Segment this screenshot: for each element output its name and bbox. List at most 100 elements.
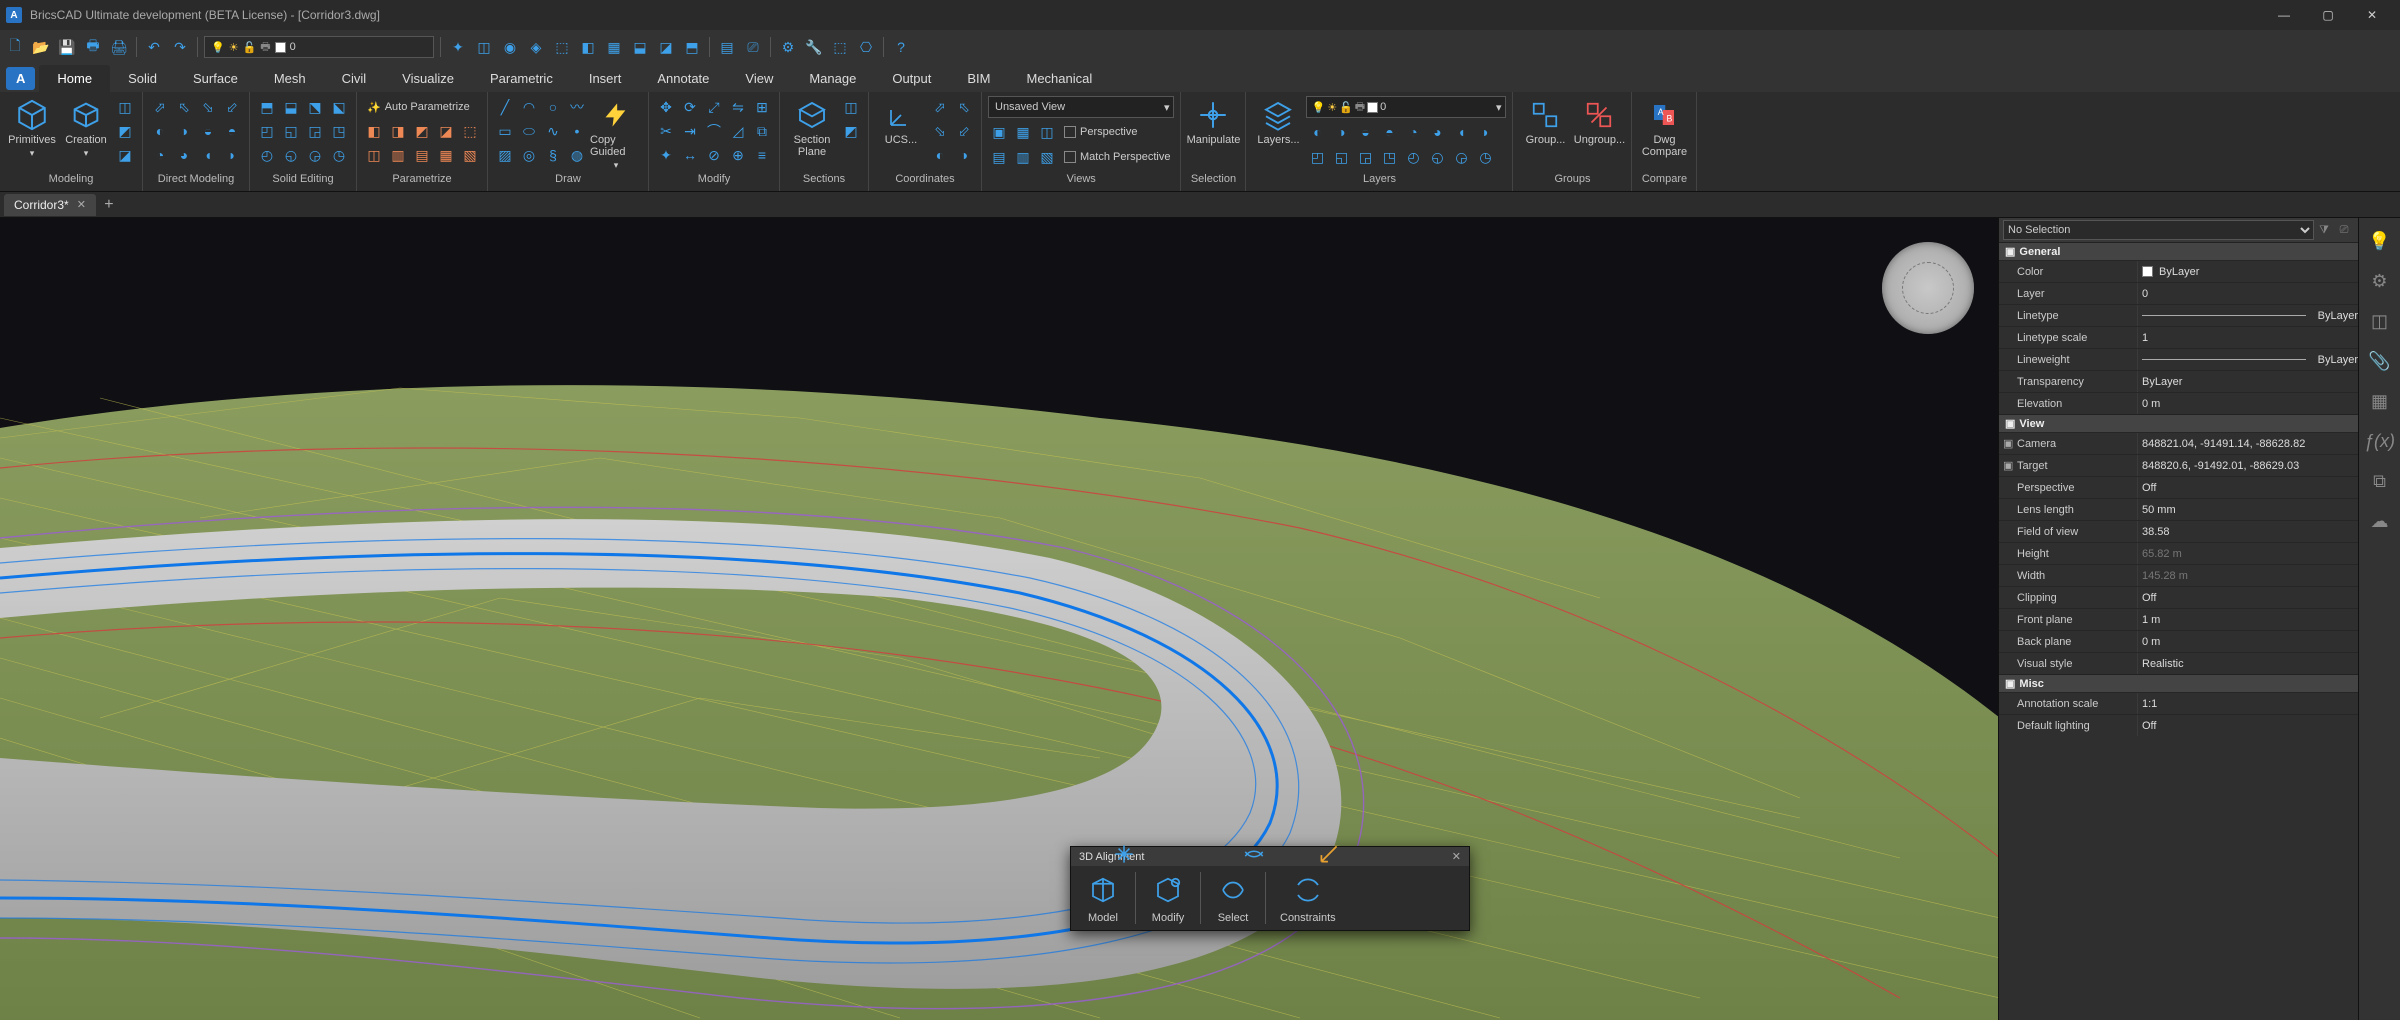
mod-move-icon[interactable]: ✥ xyxy=(655,96,677,118)
tab-surface[interactable]: Surface xyxy=(175,65,256,92)
selection-dropdown[interactable]: No Selection xyxy=(2003,220,2314,240)
settings-sliders-icon[interactable]: ⚙ xyxy=(2367,268,2393,294)
quick-layer-selector[interactable]: 💡 ☀ 🔓 🖶 0 xyxy=(204,36,434,58)
minimize-button[interactable]: — xyxy=(2262,0,2306,30)
tab-home[interactable]: Home xyxy=(39,65,110,92)
ly-tool-10[interactable]: ◱ xyxy=(1330,146,1352,168)
help-icon[interactable]: ? xyxy=(890,36,912,58)
tool-icon-11[interactable]: ▤ xyxy=(716,36,738,58)
tab-output[interactable]: Output xyxy=(874,65,949,92)
copy-guided-button[interactable]: Copy Guided▾ xyxy=(590,96,642,171)
coord-tool-5[interactable]: ◐ xyxy=(929,144,951,166)
tab-visualize[interactable]: Visualize xyxy=(384,65,472,92)
draw-hatch-icon[interactable]: ▨ xyxy=(494,144,516,166)
tool-icon-1[interactable]: ✦ xyxy=(447,36,469,58)
cloud-icon[interactable]: ☁ xyxy=(2367,508,2393,534)
mod-stretch-icon[interactable]: ↔ xyxy=(679,144,701,166)
tool-icon-2[interactable]: ◫ xyxy=(473,36,495,58)
section-general[interactable]: ▣ General xyxy=(1999,242,2358,260)
coord-tool-4[interactable]: ⬃ xyxy=(953,120,975,142)
tab-civil[interactable]: Civil xyxy=(324,65,385,92)
tool-icon-8[interactable]: ⬓ xyxy=(629,36,651,58)
floating-close-icon[interactable]: ✕ xyxy=(1452,850,1461,863)
mod-scale-icon[interactable]: ⤢ xyxy=(703,96,725,118)
dwg-compare-button[interactable]: AB Dwg Compare xyxy=(1638,96,1690,158)
draw-arc-icon[interactable]: ◠ xyxy=(518,96,540,118)
draw-donut-icon[interactable]: ◍ xyxy=(566,144,588,166)
pm-tool-6[interactable]: ◫ xyxy=(363,144,385,166)
pm-tool-10[interactable]: ▧ xyxy=(459,144,481,166)
paperclip-icon[interactable]: 📎 xyxy=(2367,348,2393,374)
view-cube[interactable] xyxy=(1882,242,1974,334)
draw-circle-icon[interactable]: ○ xyxy=(542,96,564,118)
section-misc[interactable]: ▣ Misc xyxy=(1999,674,2358,692)
mod-join-icon[interactable]: ⊕ xyxy=(727,144,749,166)
coord-tool-3[interactable]: ⬂ xyxy=(929,120,951,142)
ly-tool-1[interactable]: ◐ xyxy=(1306,121,1328,143)
se-tool-1[interactable]: ⬒ xyxy=(256,96,278,118)
model-tool-3[interactable]: ◪ xyxy=(114,144,136,166)
tool-icon-12[interactable]: ⎚ xyxy=(742,36,764,58)
se-tool-11[interactable]: ◶ xyxy=(304,144,326,166)
se-tool-7[interactable]: ◲ xyxy=(304,120,326,142)
tool-icon-5[interactable]: ⬚ xyxy=(551,36,573,58)
view-selector[interactable]: Unsaved View xyxy=(988,96,1174,118)
close-button[interactable]: ✕ xyxy=(2350,0,2394,30)
tab-mechanical[interactable]: Mechanical xyxy=(1008,65,1110,92)
coord-tool-6[interactable]: ◑ xyxy=(953,144,975,166)
file-tab-active[interactable]: Corridor3* ✕ xyxy=(4,194,96,216)
draw-spline-icon[interactable]: ∿ xyxy=(542,120,564,142)
ucs-button[interactable]: UCS... xyxy=(875,96,927,146)
model-tool-2[interactable]: ◩ xyxy=(114,120,136,142)
mod-align-icon[interactable]: ≡ xyxy=(751,144,773,166)
dm-tool-10[interactable]: ◕ xyxy=(173,144,195,166)
auto-parametrize-button[interactable]: ✨Auto Parametrize xyxy=(363,96,481,118)
mod-extend-icon[interactable]: ⇥ xyxy=(679,120,701,142)
expand-camera-icon[interactable]: ▣ xyxy=(2003,437,2013,450)
mod-break-icon[interactable]: ⊘ xyxy=(703,144,725,166)
dm-tool-2[interactable]: ⬁ xyxy=(173,96,195,118)
layers-button[interactable]: Layers... xyxy=(1252,96,1304,146)
group-button[interactable]: Group... xyxy=(1519,96,1571,146)
fx-icon[interactable]: ƒ(x) xyxy=(2367,428,2393,454)
dm-tool-12[interactable]: ◗ xyxy=(221,144,243,166)
tool-icon-9[interactable]: ◪ xyxy=(655,36,677,58)
section-plane-button[interactable]: Section Plane xyxy=(786,96,838,158)
mod-fillet-icon[interactable]: ⌒ xyxy=(703,120,725,142)
add-file-tab[interactable]: + xyxy=(98,196,120,214)
ly-tool-16[interactable]: ◷ xyxy=(1474,146,1496,168)
sec-tool-2[interactable]: ◩ xyxy=(840,120,862,142)
ly-tool-8[interactable]: ◗ xyxy=(1474,121,1496,143)
se-tool-8[interactable]: ◳ xyxy=(328,120,350,142)
ft-model[interactable]: Model xyxy=(1071,866,1135,930)
creation-button[interactable]: Creation▾ xyxy=(60,96,112,159)
se-tool-4[interactable]: ⬕ xyxy=(328,96,350,118)
draw-polyline-icon[interactable]: 〰 xyxy=(566,96,588,118)
tool-icon-13[interactable]: ⚙ xyxy=(777,36,799,58)
structure-icon[interactable]: ⧉ xyxy=(2367,468,2393,494)
dm-tool-6[interactable]: ◑ xyxy=(173,120,195,142)
ly-tool-12[interactable]: ◳ xyxy=(1378,146,1400,168)
props-pin-icon[interactable]: ⎚ xyxy=(2334,224,2354,237)
coord-tool-1[interactable]: ⬀ xyxy=(929,96,951,118)
tab-parametric[interactable]: Parametric xyxy=(472,65,571,92)
pm-tool-1[interactable]: ◧ xyxy=(363,120,385,142)
pm-tool-2[interactable]: ◨ xyxy=(387,120,409,142)
mod-array-icon[interactable]: ⊞ xyxy=(751,96,773,118)
tab-bim[interactable]: BIM xyxy=(949,65,1008,92)
se-tool-3[interactable]: ⬔ xyxy=(304,96,326,118)
tab-solid[interactable]: Solid xyxy=(110,65,175,92)
ly-tool-11[interactable]: ◲ xyxy=(1354,146,1376,168)
mod-explode-icon[interactable]: ✦ xyxy=(655,144,677,166)
coord-tool-2[interactable]: ⬁ xyxy=(953,96,975,118)
close-file-icon[interactable]: ✕ xyxy=(77,198,86,211)
se-tool-2[interactable]: ⬓ xyxy=(280,96,302,118)
view-tool-1[interactable]: ▣ xyxy=(988,121,1010,143)
tab-annotate[interactable]: Annotate xyxy=(639,65,727,92)
mod-offset-icon[interactable]: ⧉ xyxy=(751,120,773,142)
se-tool-9[interactable]: ◴ xyxy=(256,144,278,166)
ly-tool-13[interactable]: ◴ xyxy=(1402,146,1424,168)
view-tool-2[interactable]: ▦ xyxy=(1012,121,1034,143)
tab-mesh[interactable]: Mesh xyxy=(256,65,324,92)
ft-constraints[interactable]: Constraints xyxy=(1266,866,1350,930)
